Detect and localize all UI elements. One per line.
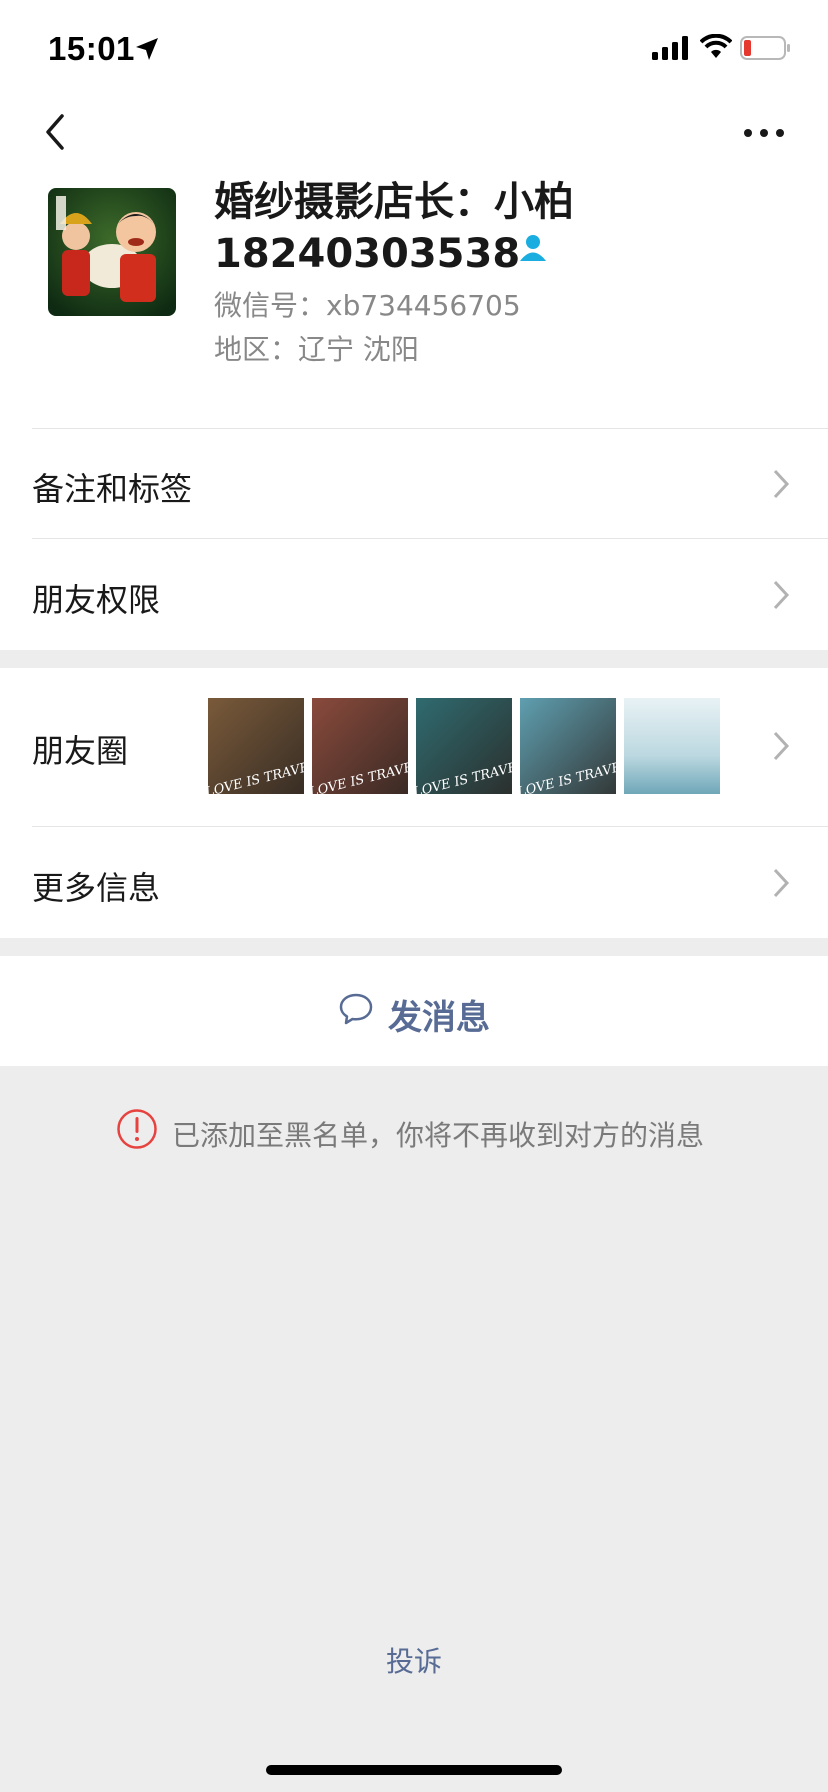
navigation-bar	[0, 92, 828, 182]
contact-phone: 18240303538	[214, 231, 521, 277]
status-time: 15:01	[48, 30, 135, 67]
blacklist-notice: 已添加至黑名单，你将不再收到对方的消息	[0, 1108, 828, 1158]
contact-name: 婚纱摄影店长：小柏 18240303538	[214, 176, 774, 280]
cellular-signal-icon	[652, 36, 688, 60]
more-options-button[interactable]	[734, 118, 794, 148]
alert-icon	[117, 1109, 157, 1149]
wifi-icon	[700, 34, 732, 58]
moments-photo-thumbnail: LOVE IS TRAVELING	[312, 698, 408, 794]
chevron-right-icon	[773, 731, 790, 761]
location-arrow-icon	[136, 38, 158, 60]
chevron-right-icon	[773, 868, 790, 898]
photo-caption: LOVE IS TRAVELING	[208, 751, 304, 794]
photo-caption: LOVE IS TRAVELING	[416, 751, 512, 794]
moments-photos: LOVE IS TRAVELING LOVE IS TRAVELING LOVE I…	[208, 698, 728, 826]
friend-permissions-cell[interactable]: 朋友权限	[0, 539, 828, 650]
battery-icon	[740, 36, 790, 60]
more-info-cell[interactable]: 更多信息	[0, 827, 828, 938]
complain-link[interactable]: 投诉	[0, 1640, 828, 1680]
moments-photo-thumbnail: LOVE IS TRAVELING	[416, 698, 512, 794]
back-button[interactable]	[36, 110, 76, 154]
moments-photo-thumbnail: LOVE IS TRAVELING	[208, 698, 304, 794]
photo-caption: LOVE IS TRAVELING	[520, 751, 616, 794]
avatar[interactable]	[48, 188, 176, 316]
send-message-button[interactable]: 发消息	[0, 956, 828, 1066]
wechat-id: 微信号：xb734456705	[214, 289, 521, 322]
send-message-label: 发消息	[388, 998, 490, 1038]
moments-cell[interactable]: 朋友圈 LOVE IS TRAVELING LOVE IS TRAVELING LO…	[0, 668, 828, 826]
region: 地区：辽宁 沈阳	[214, 333, 419, 366]
more-info-label: 更多信息	[32, 869, 161, 907]
blacklist-notice-text: 已添加至黑名单，你将不再收到对方的消息	[172, 1119, 705, 1152]
chevron-right-icon	[773, 580, 790, 610]
chat-bubble-icon	[339, 993, 373, 1025]
cell-group-2: 朋友圈 LOVE IS TRAVELING LOVE IS TRAVELING LO…	[0, 668, 828, 938]
cell-group-1: 备注和标签 朋友权限	[0, 428, 828, 650]
avatar-image	[48, 188, 176, 316]
remarks-and-tags-label: 备注和标签	[32, 470, 193, 508]
contact-nickname: 婚纱摄影店长：小柏	[214, 179, 574, 225]
remarks-and-tags-cell[interactable]: 备注和标签	[0, 428, 828, 539]
contact-person-icon	[520, 235, 546, 261]
moments-photo-thumbnail: LOVE IS TRAVELING	[520, 698, 616, 794]
moments-photo-thumbnail	[624, 698, 720, 794]
friend-permissions-label: 朋友权限	[32, 581, 161, 619]
home-indicator	[266, 1765, 562, 1775]
photo-caption: LOVE IS TRAVELING	[312, 751, 408, 794]
moments-label: 朋友圈	[32, 732, 129, 770]
chevron-right-icon	[773, 469, 790, 499]
